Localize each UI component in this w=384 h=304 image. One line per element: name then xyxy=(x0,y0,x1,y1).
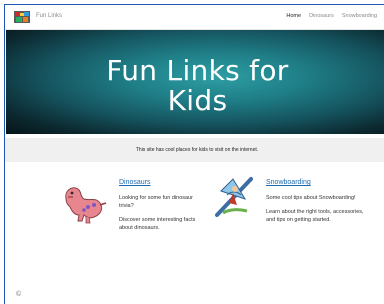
dinosaur-icon xyxy=(65,187,107,224)
card-title-dinosaurs[interactable]: Dinosaurs xyxy=(119,179,207,187)
nav-menu: Home Dinosaurs Snowboarding C xyxy=(286,13,384,19)
top-navbar: Fun Links Home Dinosaurs Snowboarding C xyxy=(5,5,384,30)
hero-banner: Fun Links for Kids xyxy=(6,30,384,134)
card-text-1: Looking for some fun dinosaur trivia? xyxy=(119,195,193,209)
hero-title-line-1: Fun Links for xyxy=(106,54,289,87)
intro-banner: This site has cool places for kids to vi… xyxy=(5,138,384,162)
hero-title: Fun Links for Kids xyxy=(6,56,384,116)
card-dinosaurs: Dinosaurs Looking for some fun dinosaur … xyxy=(119,179,207,238)
brand[interactable]: Fun Links xyxy=(14,10,63,23)
nav-item-dinosaurs[interactable]: Dinosaurs xyxy=(309,13,334,19)
card-text-2: Learn about the right tools, accessories… xyxy=(266,209,364,223)
card-snowboarding: Snowboarding Some cool tips about Snowbo… xyxy=(266,179,366,230)
nav-item-home[interactable]: Home xyxy=(286,13,301,19)
brand-name: Fun Links xyxy=(36,13,63,19)
nav-item-snowboarding[interactable]: Snowboarding xyxy=(342,13,377,19)
dinosaur-image xyxy=(58,177,110,225)
card-text-1: Some cool tips about Snowboarding! xyxy=(266,195,356,201)
copyright-icon: © xyxy=(16,291,22,298)
snowboarder-icon xyxy=(215,177,253,217)
card-title-snowboarding[interactable]: Snowboarding xyxy=(266,179,366,187)
snowboarder-image xyxy=(211,173,257,221)
card-text-2: Discover some interesting facts about di… xyxy=(119,217,196,231)
brand-logo-icon xyxy=(14,10,30,23)
browser-page-frame: Fun Links Home Dinosaurs Snowboarding C … xyxy=(4,4,384,304)
hero-title-line-2: Kids xyxy=(167,84,228,117)
